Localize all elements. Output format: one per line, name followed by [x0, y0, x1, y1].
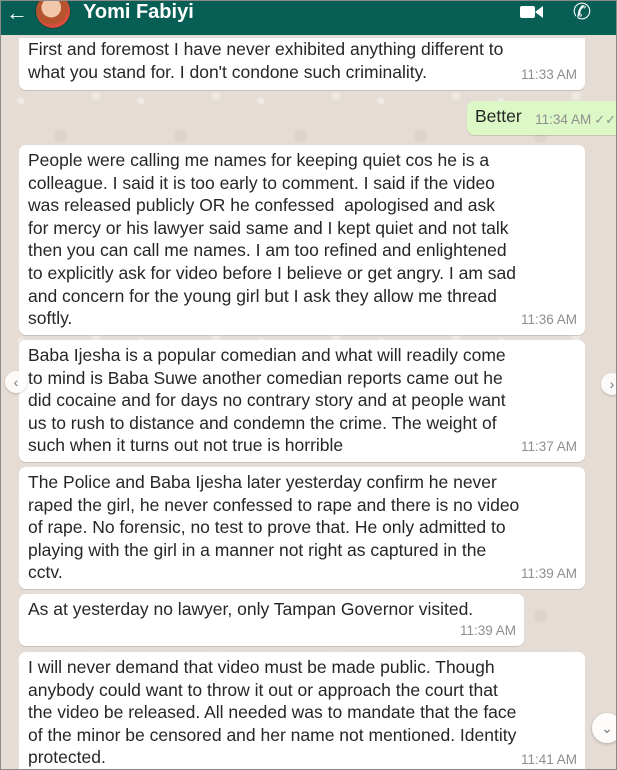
header-actions: ✆ — [518, 1, 616, 24]
message-bubble-outgoing[interactable]: Better 11:34 AM ✓✓ — [467, 101, 616, 135]
message-bubble[interactable]: Baba Ijesha is a popular comedian and wh… — [19, 340, 585, 462]
message-text: Better — [475, 106, 522, 126]
chat-screen: ← Yomi Fabiyi ✆ First and foremost I hav… — [0, 0, 617, 770]
message-bubble[interactable]: I will never demand that video must be m… — [19, 652, 585, 769]
video-call-icon[interactable] — [518, 1, 546, 24]
message-bubble[interactable]: The Police and Baba Ijesha later yesterd… — [19, 467, 585, 589]
avatar[interactable] — [35, 1, 71, 29]
message-time: 11:33 AM — [520, 67, 577, 83]
message-text: People were calling me names for keeping… — [28, 150, 516, 329]
message-time: 11:37 AM — [520, 439, 577, 455]
previous-arrow-icon[interactable]: ‹ — [5, 371, 27, 393]
message-bubble[interactable]: First and foremost I have never exhibite… — [19, 38, 585, 90]
message-text: As at yesterday no lawyer, only Tampan G… — [28, 599, 474, 619]
contact-name[interactable]: Yomi Fabiyi — [83, 1, 194, 24]
message-text: The Police and Baba Ijesha later yesterd… — [28, 472, 520, 583]
message-time: 11:36 AM — [520, 312, 577, 328]
message-time: 11:34 AM — [535, 112, 592, 128]
message-time: 11:39 AM — [520, 566, 577, 582]
chat-header: ← Yomi Fabiyi ✆ — [1, 1, 616, 35]
message-bubble[interactable]: As at yesterday no lawyer, only Tampan G… — [19, 594, 524, 646]
message-time: 11:39 AM — [459, 623, 516, 639]
message-time-wrap: 11:34 AM ✓✓ — [535, 109, 616, 132]
message-text: First and foremost I have never exhibite… — [28, 39, 504, 82]
phone-call-icon[interactable]: ✆ — [568, 1, 596, 24]
next-arrow-icon[interactable]: › — [601, 373, 616, 395]
message-text: Baba Ijesha is a popular comedian and wh… — [28, 345, 506, 456]
back-arrow-icon[interactable]: ← — [1, 2, 33, 24]
double-check-icon: ✓✓ — [594, 112, 616, 128]
message-bubble[interactable]: People were calling me names for keeping… — [19, 145, 585, 335]
message-text: I will never demand that video must be m… — [28, 657, 517, 768]
message-time: 11:41 AM — [520, 752, 577, 768]
scroll-down-icon[interactable]: ⌄ — [592, 713, 616, 743]
